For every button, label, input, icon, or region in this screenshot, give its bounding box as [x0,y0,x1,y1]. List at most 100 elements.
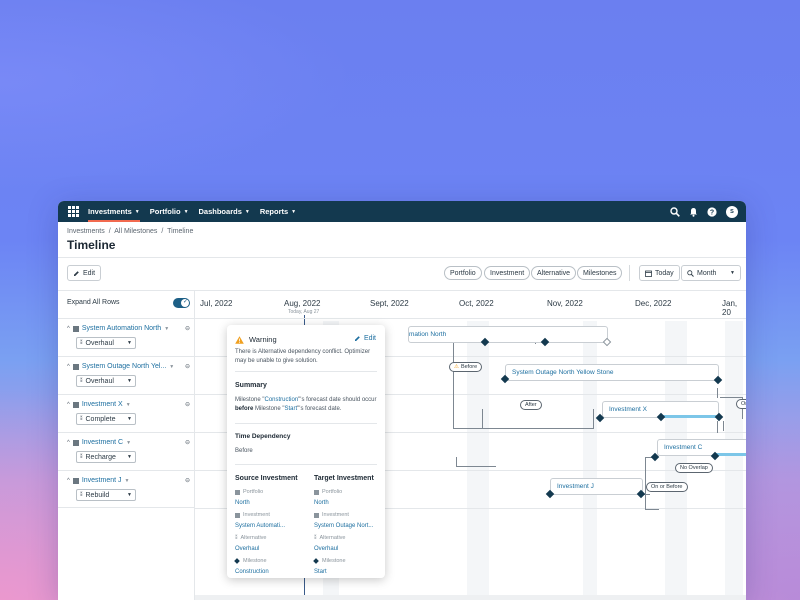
investment-name[interactable]: ^ Investment J ▼ [67,477,129,484]
link-icon[interactable]: ⊖ [185,401,190,408]
chevron-down-icon[interactable]: ▼ [169,364,174,370]
toolbar-separator [629,265,630,281]
portfolio-icon [72,363,79,370]
chevron-up-icon[interactable]: ^ [67,326,70,332]
dependency-label[interactable]: On or Before [646,482,688,492]
breadcrumb-all-milestones[interactable]: All Milestones [114,228,157,235]
month-label: Oct, 2022 [459,299,494,308]
milestone-marker[interactable] [602,337,612,347]
investment-name[interactable]: ^ Investment C ▼ [67,439,131,446]
link-icon[interactable]: ⊖ [185,439,190,446]
top-nav: Investments ▼ Portfolio ▼ Dashboards ▼ Repo… [58,201,746,222]
target-milestone[interactable]: Start [314,569,327,575]
app-grid-icon[interactable] [68,205,80,218]
expand-all-toggle[interactable]: ✓ [173,298,190,308]
alternative-select[interactable]: ⁑ Recharge ▼ [76,451,136,463]
alternative-select[interactable]: ⁑ Overhaul ▼ [76,375,136,387]
source-portfolio[interactable]: North [235,500,250,506]
breadcrumb-investments[interactable]: Investments [67,228,105,235]
milestone-marker[interactable] [636,489,646,499]
target-investment[interactable]: System Outage Nort... [314,523,373,529]
chevron-down-icon[interactable]: ▼ [164,326,169,332]
dependency-label[interactable]: No Overlap [675,463,713,473]
investment-row: ^ Investment C ▼ ⊖ ⁑ Recharge ▼ [58,432,195,470]
nav-dashboards[interactable]: Dashboards ▼ [199,201,250,222]
chip-alternative[interactable]: Alternative [531,266,577,280]
pencil-icon [354,336,360,341]
alternative-icon: ⁑ [314,535,317,541]
investment-name[interactable]: ^ Investment X ▼ [67,401,131,408]
month-label: Nov, 2022 [547,299,583,308]
search-icon[interactable] [670,206,680,217]
link-icon[interactable]: ⊖ [185,363,190,370]
investment-row: ^ Investment X ▼ ⊖ ⁑ Complete ▼ [58,394,195,432]
investment-row: ^ System Automation North ▼ ⊖ ⁑ Overhaul… [58,318,195,356]
alternative-select[interactable]: ⁑ Overhaul ▼ [76,337,136,349]
alternative-select[interactable]: ⁑ Rebuild ▼ [76,489,136,501]
chip-portfolio[interactable]: Portfolio [444,266,482,280]
milestone-marker[interactable] [714,412,724,422]
alternative-select[interactable]: ⁑ Complete ▼ [76,413,136,425]
alternative-icon: ⁑ [235,535,238,541]
dependency-label[interactable]: On [736,399,746,409]
source-alternative[interactable]: Overhaul [235,546,259,552]
nav-portfolio[interactable]: Portfolio ▼ [150,201,189,222]
dependency-label[interactable]: After [520,400,542,410]
link-icon[interactable]: ⊖ [185,325,190,332]
alternative-icon: ⁑ [80,416,83,422]
chevron-down-icon: ▼ [127,378,132,384]
target-portfolio[interactable]: North [314,500,329,506]
chevron-down-icon[interactable]: ▼ [126,402,131,408]
divider [58,257,746,258]
timeline-bar[interactable]: mation North [408,326,608,343]
chevron-down-icon: ▼ [127,340,132,346]
scale-select[interactable]: Month ▼ [681,265,741,281]
source-investment[interactable]: System Automati... [235,523,285,529]
investment-icon [235,512,240,518]
avatar[interactable]: S [726,205,738,218]
edit-button[interactable]: Edit [67,265,102,281]
chevron-up-icon[interactable]: ^ [67,402,70,408]
source-milestone[interactable]: Construction [235,569,269,575]
month-label: Aug, 2022 [284,299,321,308]
chevron-up-icon[interactable]: ^ [67,364,70,370]
nav-investments[interactable]: Investments ▼ [88,201,140,222]
weekend-shade [665,321,687,600]
nav-reports[interactable]: Reports ▼ [260,201,296,222]
chevron-down-icon[interactable]: ▼ [125,478,130,484]
target-title: Target Investment [314,475,374,482]
bell-icon[interactable] [689,207,698,217]
dependency-label[interactable]: ⚠ Before [449,362,483,372]
popover-edit-button[interactable]: Edit [354,335,376,342]
chip-milestones[interactable]: Milestones [577,266,623,280]
calendar-icon [645,270,652,277]
target-alternative[interactable]: Overhaul [314,546,338,552]
portfolio-icon [72,401,79,408]
timeline-bar[interactable]: Investment J [550,478,643,495]
horizontal-scrollbar[interactable] [195,595,746,600]
investment-name[interactable]: ^ System Outage North Yel... ▼ [67,363,174,370]
chevron-up-icon[interactable]: ^ [67,440,70,446]
timeline-bar[interactable]: System Outage North Yellow Stone [505,364,719,381]
month-label: Jan, 20 [722,299,738,317]
help-icon[interactable]: ? [707,206,717,217]
link-icon[interactable]: ⊖ [185,477,190,484]
popover-header: Warning [235,335,277,344]
milestone-icon [313,558,319,564]
portfolio-icon [235,489,240,495]
today-button[interactable]: Today [639,265,680,281]
chevron-down-icon: ▼ [127,492,132,498]
chevron-down-icon[interactable]: ▼ [126,440,131,446]
chevron-up-icon[interactable]: ^ [67,478,70,484]
warning-message: There is Alternative dependency conflict… [235,349,371,364]
summary-title: Summary [235,382,267,389]
milestone-marker[interactable] [713,375,723,385]
app-window: Investments ▼ Portfolio ▼ Dashboards ▼ Repo… [58,201,746,600]
source-title: Source Investment [235,475,298,482]
svg-text:?: ? [710,209,714,216]
investment-row: ^ System Outage North Yel... ▼ ⊖ ⁑ Overh… [58,356,195,394]
investment-name[interactable]: ^ System Automation North ▼ [67,325,169,332]
portfolio-icon [72,439,79,446]
breadcrumb-timeline[interactable]: Timeline [167,228,193,235]
chip-investment[interactable]: Investment [484,266,531,280]
